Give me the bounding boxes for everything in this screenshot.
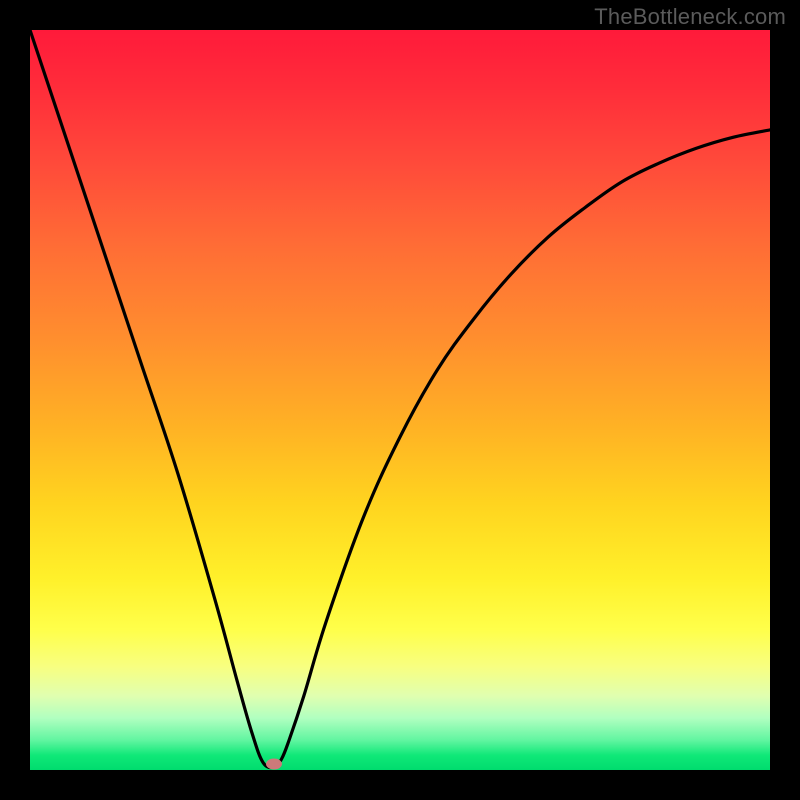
chart-frame: TheBottleneck.com [0, 0, 800, 800]
watermark-text: TheBottleneck.com [594, 4, 786, 30]
plot-area [30, 30, 770, 770]
optimal-marker [266, 759, 282, 770]
bottleneck-curve [30, 30, 770, 770]
